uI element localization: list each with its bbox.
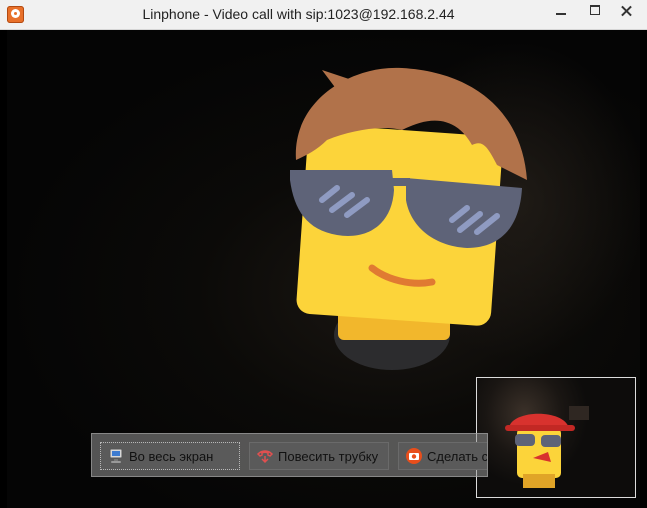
hangup-phone-icon — [256, 450, 274, 464]
hangup-button[interactable]: Повесить трубку — [249, 442, 389, 470]
hangup-label: Повесить трубку — [278, 448, 379, 464]
call-controls-bar: Во весь экран Повесить трубку Сделать ск… — [91, 433, 488, 477]
screenshot-label: Сделать скрин — [427, 448, 488, 464]
screenshot-button[interactable]: Сделать скрин — [398, 442, 488, 470]
local-face-mask — [505, 413, 575, 488]
title-bar[interactable]: Linphone - Video call with sip:1023@192.… — [0, 0, 647, 30]
face-mask-avatar — [290, 67, 527, 370]
window-title: Linphone - Video call with sip:1023@192.… — [142, 6, 455, 22]
fullscreen-label: Во весь экран — [129, 448, 214, 464]
call-window: Linphone - Video call with sip:1023@192.… — [0, 0, 647, 508]
monitor-icon — [109, 448, 123, 463]
minimize-button[interactable] — [544, 0, 578, 22]
camera-icon — [406, 448, 422, 464]
fullscreen-button[interactable]: Во весь экран — [100, 442, 240, 470]
local-video-preview[interactable] — [476, 377, 636, 498]
close-button[interactable] — [606, 0, 647, 22]
